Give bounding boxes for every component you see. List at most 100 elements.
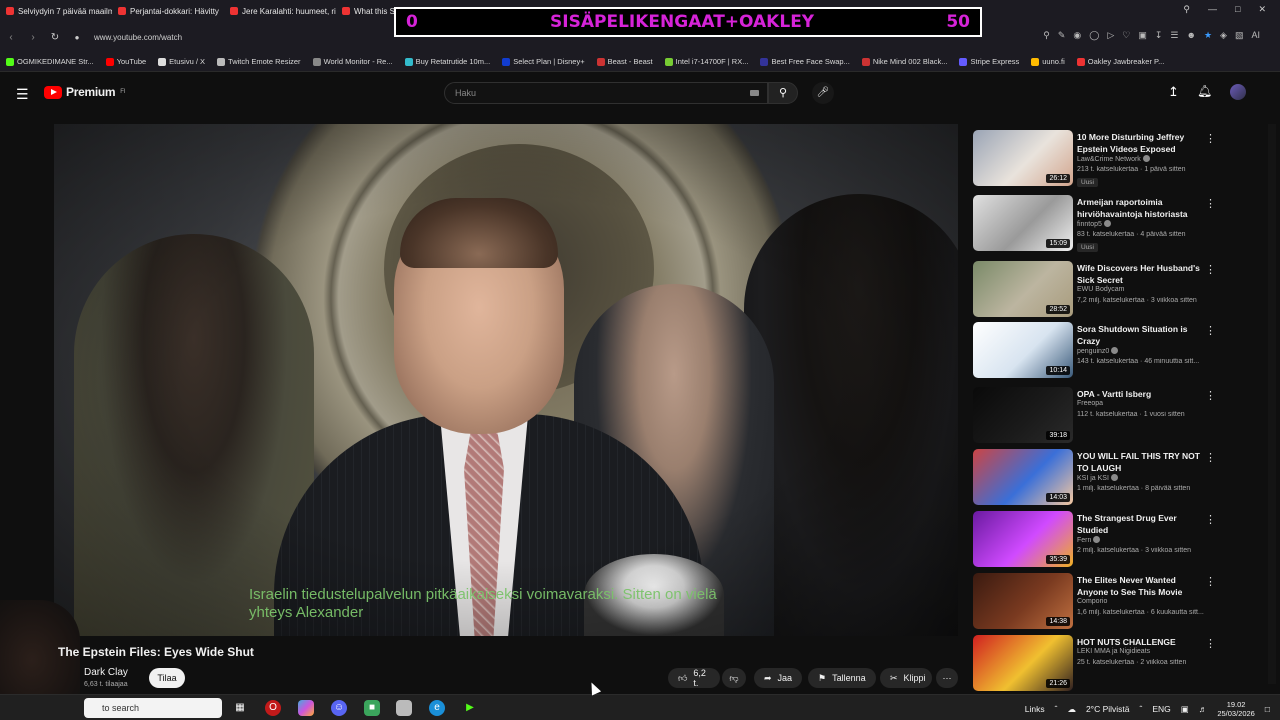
- recommendation-thumbnail[interactable]: 15:09: [973, 195, 1073, 251]
- youtube-premium-logo[interactable]: Premium FI: [44, 85, 126, 99]
- bookmark-item[interactable]: Etusivu / X: [152, 57, 211, 66]
- like-button[interactable]: 👍︎ 6,2 t.: [668, 668, 720, 688]
- weather-text[interactable]: 2°C Pilvistä: [1086, 704, 1130, 714]
- recommendation-channel[interactable]: Law&Crime Network: [1077, 155, 1150, 163]
- back-icon[interactable]: ‹: [0, 32, 22, 43]
- recommendation-title[interactable]: HOT NUTS CHALLENGE: [1077, 636, 1205, 648]
- more-options-icon[interactable]: ⋮: [1205, 263, 1216, 276]
- bookmark-item[interactable]: Oakley Jawbreaker P...: [1071, 57, 1171, 66]
- recommendation-channel[interactable]: Freeopa: [1077, 400, 1103, 407]
- chevron-up-icon[interactable]: ˆ: [1055, 704, 1058, 714]
- recommendation-item[interactable]: 39:18 OPA - Vartti Isberg Freeopa 112 t. ka…: [973, 387, 1233, 445]
- recommendation-thumbnail[interactable]: 26:12: [973, 130, 1073, 186]
- clock[interactable]: 19.02 25/03/2026: [1217, 700, 1255, 718]
- profile-icon[interactable]: ☻: [1186, 30, 1195, 41]
- recommendation-channel[interactable]: EWU Bodycam: [1077, 286, 1124, 293]
- create-upload-icon[interactable]: ↥: [1168, 84, 1179, 100]
- task-view-icon[interactable]: ▦: [232, 700, 248, 716]
- bookmark-item[interactable]: Stripe Express: [953, 57, 1025, 66]
- recommendation-thumbnail[interactable]: 21:26: [973, 635, 1073, 691]
- app-icon[interactable]: [298, 700, 314, 716]
- recommendation-title[interactable]: The Strangest Drug Ever Studied: [1077, 512, 1205, 536]
- bookmark-item[interactable]: World Monitor - Re...: [307, 57, 399, 66]
- recommendation-channel[interactable]: LEKI MMA ja Nigidieats: [1077, 648, 1150, 655]
- bookmark-item[interactable]: Nike Mind 002 Black...: [856, 57, 954, 66]
- opera-gx-icon[interactable]: O: [265, 700, 281, 716]
- recommendation-title[interactable]: Armeijan raportoimia hirviöhavaintoja hi…: [1077, 196, 1205, 220]
- close-icon[interactable]: ✕: [1258, 4, 1266, 15]
- search-icon[interactable]: ⚲: [1043, 30, 1050, 41]
- recommendation-item[interactable]: 28:52 Wife Discovers Her Husband's Sick S…: [973, 261, 1233, 319]
- url-field[interactable]: www.youtube.com/watch: [94, 33, 182, 42]
- kick-icon[interactable]: ▶: [462, 700, 478, 716]
- tray-up-icon[interactable]: ˆ: [1140, 704, 1143, 714]
- recommendation-thumbnail[interactable]: 39:18: [973, 387, 1073, 443]
- bookmark-item[interactable]: OGMIKEDIMANE Str...: [0, 57, 100, 66]
- bookmark-item[interactable]: uuno.fi: [1025, 57, 1071, 66]
- wallet-icon[interactable]: ▣: [1138, 30, 1147, 41]
- more-options-icon[interactable]: ⋮: [1205, 575, 1216, 588]
- subscribe-button[interactable]: Tilaa: [149, 668, 185, 688]
- bookmark-item[interactable]: YouTube: [100, 57, 152, 66]
- taskbar-search[interactable]: to search: [84, 698, 222, 718]
- recommendation-item[interactable]: 14:38 The Elites Never Wanted Anyone to S…: [973, 573, 1233, 631]
- play-icon[interactable]: ▷: [1107, 30, 1114, 41]
- shield-icon[interactable]: ◯: [1089, 30, 1099, 41]
- recommendation-title[interactable]: 10 More Disturbing Jeffrey Epstein Video…: [1077, 131, 1205, 155]
- recommendation-channel[interactable]: Fern: [1077, 536, 1101, 544]
- discord-icon[interactable]: ☺: [331, 700, 347, 716]
- browser-tab[interactable]: Selviydyin 7 päivää maailm: [0, 0, 112, 22]
- edit-icon[interactable]: ✎: [1058, 30, 1066, 41]
- share-button[interactable]: ➦ Jaa: [754, 668, 802, 688]
- recommendation-thumbnail[interactable]: 10:14: [973, 322, 1073, 378]
- recommendation-item[interactable]: 26:12 10 More Disturbing Jeffrey Epstein …: [973, 130, 1233, 188]
- reload-icon[interactable]: ↻: [44, 32, 66, 43]
- bookmark-item[interactable]: Buy Retatrutide 10m...: [399, 57, 497, 66]
- recommendation-thumbnail[interactable]: 28:52: [973, 261, 1073, 317]
- bookmark-item[interactable]: Intel i7-14700F | RX...: [659, 57, 755, 66]
- recommendation-thumbnail[interactable]: 14:38: [973, 573, 1073, 629]
- search-tabs-icon[interactable]: ⚲: [1183, 4, 1190, 15]
- chat-app-icon[interactable]: ■: [364, 700, 380, 716]
- minimize-icon[interactable]: —: [1208, 4, 1217, 15]
- notifications-icon[interactable]: □: [1265, 704, 1270, 714]
- notifications-bell-icon[interactable]: 🔔︎: [1197, 84, 1212, 98]
- shield-app-icon[interactable]: [396, 700, 412, 716]
- recommendation-channel[interactable]: finntop5: [1077, 220, 1111, 228]
- recommendation-channel[interactable]: Comporio: [1077, 598, 1107, 605]
- recommendation-item[interactable]: 10:14 Sora Shutdown Situation is Crazy pen…: [973, 322, 1233, 380]
- recommendation-title[interactable]: The Elites Never Wanted Anyone to See Th…: [1077, 574, 1205, 598]
- more-options-icon[interactable]: ⋮: [1205, 513, 1216, 526]
- recommendation-title[interactable]: YOU WILL FAIL THIS TRY NOT TO LAUGH: [1077, 450, 1205, 474]
- browser-tab[interactable]: Perjantai-dokkari: Hävitty: [112, 0, 224, 22]
- bookmark-item[interactable]: Select Plan | Disney+: [496, 57, 590, 66]
- recommendation-item[interactable]: 21:26 HOT NUTS CHALLENGE LEKI MMA ja Nigid…: [973, 635, 1233, 693]
- recommendation-title[interactable]: Sora Shutdown Situation is Crazy: [1077, 323, 1205, 347]
- hamburger-menu-icon[interactable]: ☰: [16, 86, 29, 103]
- bookmark-item[interactable]: Best Free Face Swap...: [754, 57, 855, 66]
- more-options-icon[interactable]: ⋮: [1205, 389, 1216, 402]
- video-player[interactable]: Israelin tiedustelupalvelun pitkäaikaise…: [54, 124, 958, 636]
- recommendation-thumbnail[interactable]: 35:39: [973, 511, 1073, 567]
- save-button[interactable]: ⚑ Tallenna: [808, 668, 876, 688]
- language-indicator[interactable]: ENG: [1152, 704, 1170, 714]
- bookmark-item[interactable]: Beast - Beast: [591, 57, 659, 66]
- links-toolbar[interactable]: Links: [1025, 704, 1045, 714]
- voice-search-button[interactable]: 🎤︎: [812, 82, 834, 104]
- cube-icon[interactable]: ◈: [1220, 30, 1227, 41]
- forward-icon[interactable]: ›: [22, 32, 44, 43]
- heart-icon[interactable]: ♡: [1122, 30, 1130, 41]
- edge-icon[interactable]: e: [429, 700, 445, 716]
- extension-icon[interactable]: ★: [1204, 30, 1212, 41]
- keyboard-icon[interactable]: [750, 90, 759, 96]
- sidebar-icon[interactable]: ▧: [1235, 30, 1244, 41]
- volume-icon[interactable]: ♬: [1199, 704, 1208, 714]
- clip-button[interactable]: ✂ Klippi: [880, 668, 932, 688]
- ai-icon[interactable]: AI: [1251, 30, 1260, 41]
- network-icon[interactable]: ▣: [1181, 704, 1189, 715]
- more-actions-button[interactable]: ⋯: [936, 668, 958, 688]
- channel-name[interactable]: Dark Clay: [84, 667, 128, 678]
- recommendation-title[interactable]: OPA - Vartti Isberg: [1077, 388, 1205, 400]
- more-options-icon[interactable]: ⋮: [1205, 637, 1216, 650]
- account-avatar[interactable]: [1230, 84, 1246, 100]
